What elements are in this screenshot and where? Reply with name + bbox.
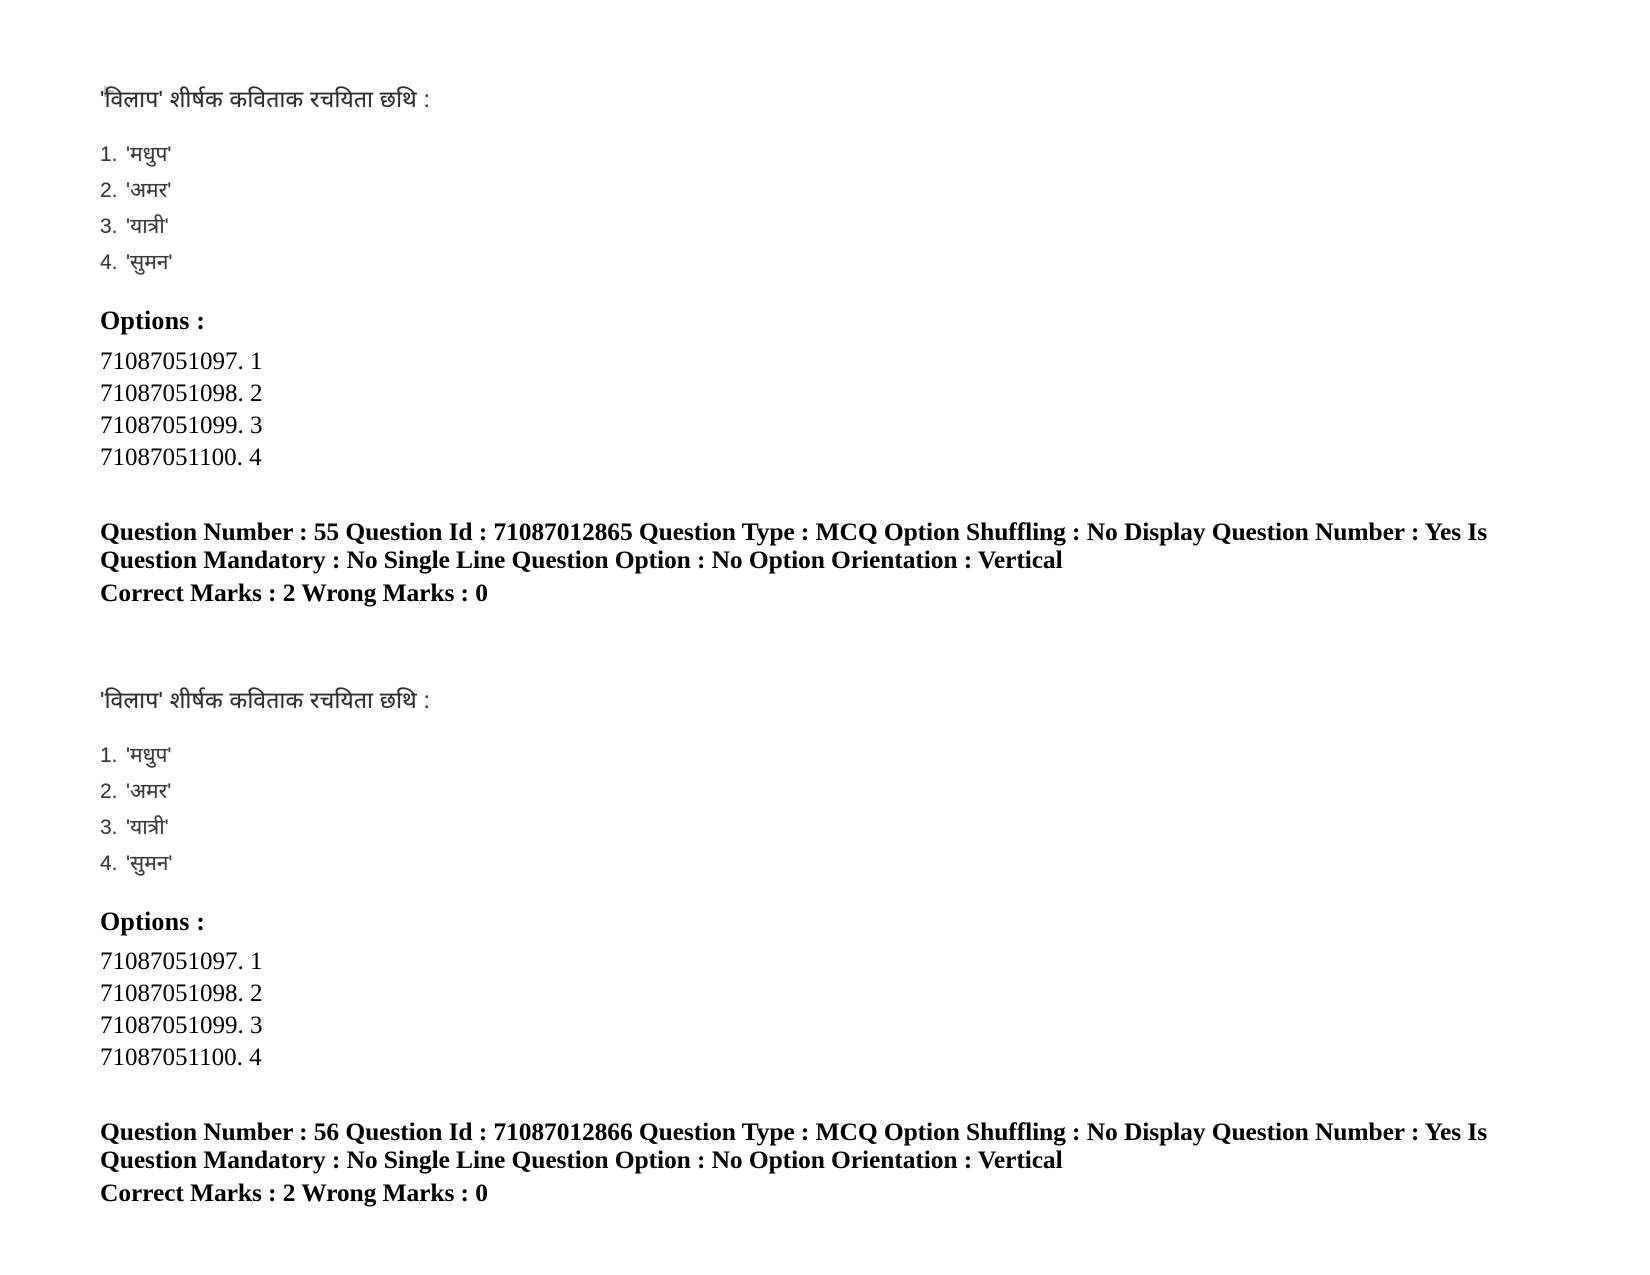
question-choices: 1. 'मधुप' 2. 'अमर' 3. 'यात्री' 4. 'सुमन' bbox=[100, 137, 1520, 281]
option-value: 4 bbox=[249, 1044, 262, 1072]
question-block-1: 'विलाप' शीर्षक कविताक रचयिता छथि : 1. 'मध… bbox=[100, 84, 1520, 474]
question-choices: 1. 'मधुप' 2. 'अमर' 3. 'यात्री' 4. 'सुमन' bbox=[100, 738, 1520, 882]
choice-text: 'यात्री' bbox=[126, 215, 169, 239]
option-id: 71087051097. bbox=[100, 347, 244, 375]
choice-number: 4. bbox=[100, 851, 118, 875]
choice-item: 4. 'सुमन' bbox=[100, 846, 1520, 882]
question-meta-55: Question Number : 55 Question Id : 71087… bbox=[100, 516, 1520, 607]
choice-number: 1. bbox=[100, 743, 118, 767]
option-row: 71087051097. 1 bbox=[100, 346, 1520, 378]
option-id: 71087051098. bbox=[100, 379, 244, 407]
option-id-list: 71087051097. 1 71087051098. 2 7108705109… bbox=[100, 946, 1520, 1074]
choice-item: 1. 'मधुप' bbox=[100, 738, 1520, 774]
option-row: 71087051098. 2 bbox=[100, 378, 1520, 410]
choice-text: 'मधुप' bbox=[126, 743, 172, 767]
option-id: 71087051100. bbox=[100, 443, 243, 471]
choice-number: 2. bbox=[100, 779, 118, 803]
option-value: 2 bbox=[250, 980, 263, 1008]
question-meta-line-primary: Question Number : 55 Question Id : 71087… bbox=[100, 516, 1488, 574]
choice-item: 2. 'अमर' bbox=[100, 774, 1520, 810]
top-spacer bbox=[100, 0, 1520, 84]
option-value: 2 bbox=[250, 379, 263, 407]
option-id-list: 71087051097. 1 71087051098. 2 7108705109… bbox=[100, 346, 1520, 474]
option-id: 71087051097. bbox=[100, 948, 244, 976]
option-id: 71087051100. bbox=[100, 1044, 243, 1072]
choice-text: 'यात्री' bbox=[126, 815, 169, 839]
option-value: 1 bbox=[250, 948, 263, 976]
choice-item: 2. 'अमर' bbox=[100, 173, 1520, 209]
question-stem: 'विलाप' शीर्षक कविताक रचयिता छथि : bbox=[100, 686, 431, 713]
question-meta-marks: Correct Marks : 2 Wrong Marks : 0 bbox=[100, 1178, 488, 1208]
option-value: 4 bbox=[249, 443, 262, 471]
option-id: 71087051099. bbox=[100, 1012, 244, 1040]
choice-text: 'सुमन' bbox=[126, 851, 173, 875]
question-meta-marks: Correct Marks : 2 Wrong Marks : 0 bbox=[100, 577, 488, 607]
page-content: 'विलाप' शीर्षक कविताक रचयिता छथि : 1. 'मध… bbox=[100, 0, 1520, 1207]
choice-text: 'अमर' bbox=[126, 779, 172, 803]
option-id: 71087051099. bbox=[100, 411, 244, 439]
choice-number: 2. bbox=[100, 179, 118, 203]
options-label: Options : bbox=[100, 306, 206, 336]
option-row: 71087051099. 3 bbox=[100, 410, 1520, 442]
question-stem: 'विलाप' शीर्षक कविताक रचयिता छथि : bbox=[100, 86, 431, 112]
choice-number: 3. bbox=[100, 815, 118, 839]
choice-number: 4. bbox=[100, 251, 118, 275]
options-label: Options : bbox=[100, 906, 206, 936]
choice-number: 1. bbox=[100, 143, 118, 167]
question-meta-56: Question Number : 56 Question Id : 71087… bbox=[100, 1118, 1520, 1207]
choice-number: 3. bbox=[100, 215, 118, 239]
option-id: 71087051098. bbox=[100, 980, 244, 1008]
option-row: 71087051100. 4 bbox=[100, 1042, 1520, 1074]
document-page: 'विलाप' शीर्षक कविताक रचयिता छथि : 1. 'मध… bbox=[0, 0, 1650, 1275]
choice-item: 1. 'मधुप' bbox=[100, 137, 1520, 173]
option-value: 3 bbox=[250, 1012, 263, 1040]
choice-text: 'अमर' bbox=[126, 179, 172, 203]
option-row: 71087051099. 3 bbox=[100, 1010, 1520, 1042]
choice-item: 4. 'सुमन' bbox=[100, 245, 1520, 281]
option-row: 71087051097. 1 bbox=[100, 946, 1520, 978]
option-value: 1 bbox=[250, 347, 263, 375]
choice-item: 3. 'यात्री' bbox=[100, 209, 1520, 245]
option-value: 3 bbox=[250, 411, 263, 439]
question-meta-line-primary: Question Number : 56 Question Id : 71087… bbox=[100, 1117, 1488, 1175]
choice-item: 3. 'यात्री' bbox=[100, 810, 1520, 846]
option-row: 71087051098. 2 bbox=[100, 978, 1520, 1010]
option-row: 71087051100. 4 bbox=[100, 442, 1520, 474]
choice-text: 'मधुप' bbox=[126, 143, 172, 167]
question-block-2: 'विलाप' शीर्षक कविताक रचयिता छथि : 1. 'मध… bbox=[100, 685, 1520, 1075]
choice-text: 'सुमन' bbox=[126, 251, 173, 275]
